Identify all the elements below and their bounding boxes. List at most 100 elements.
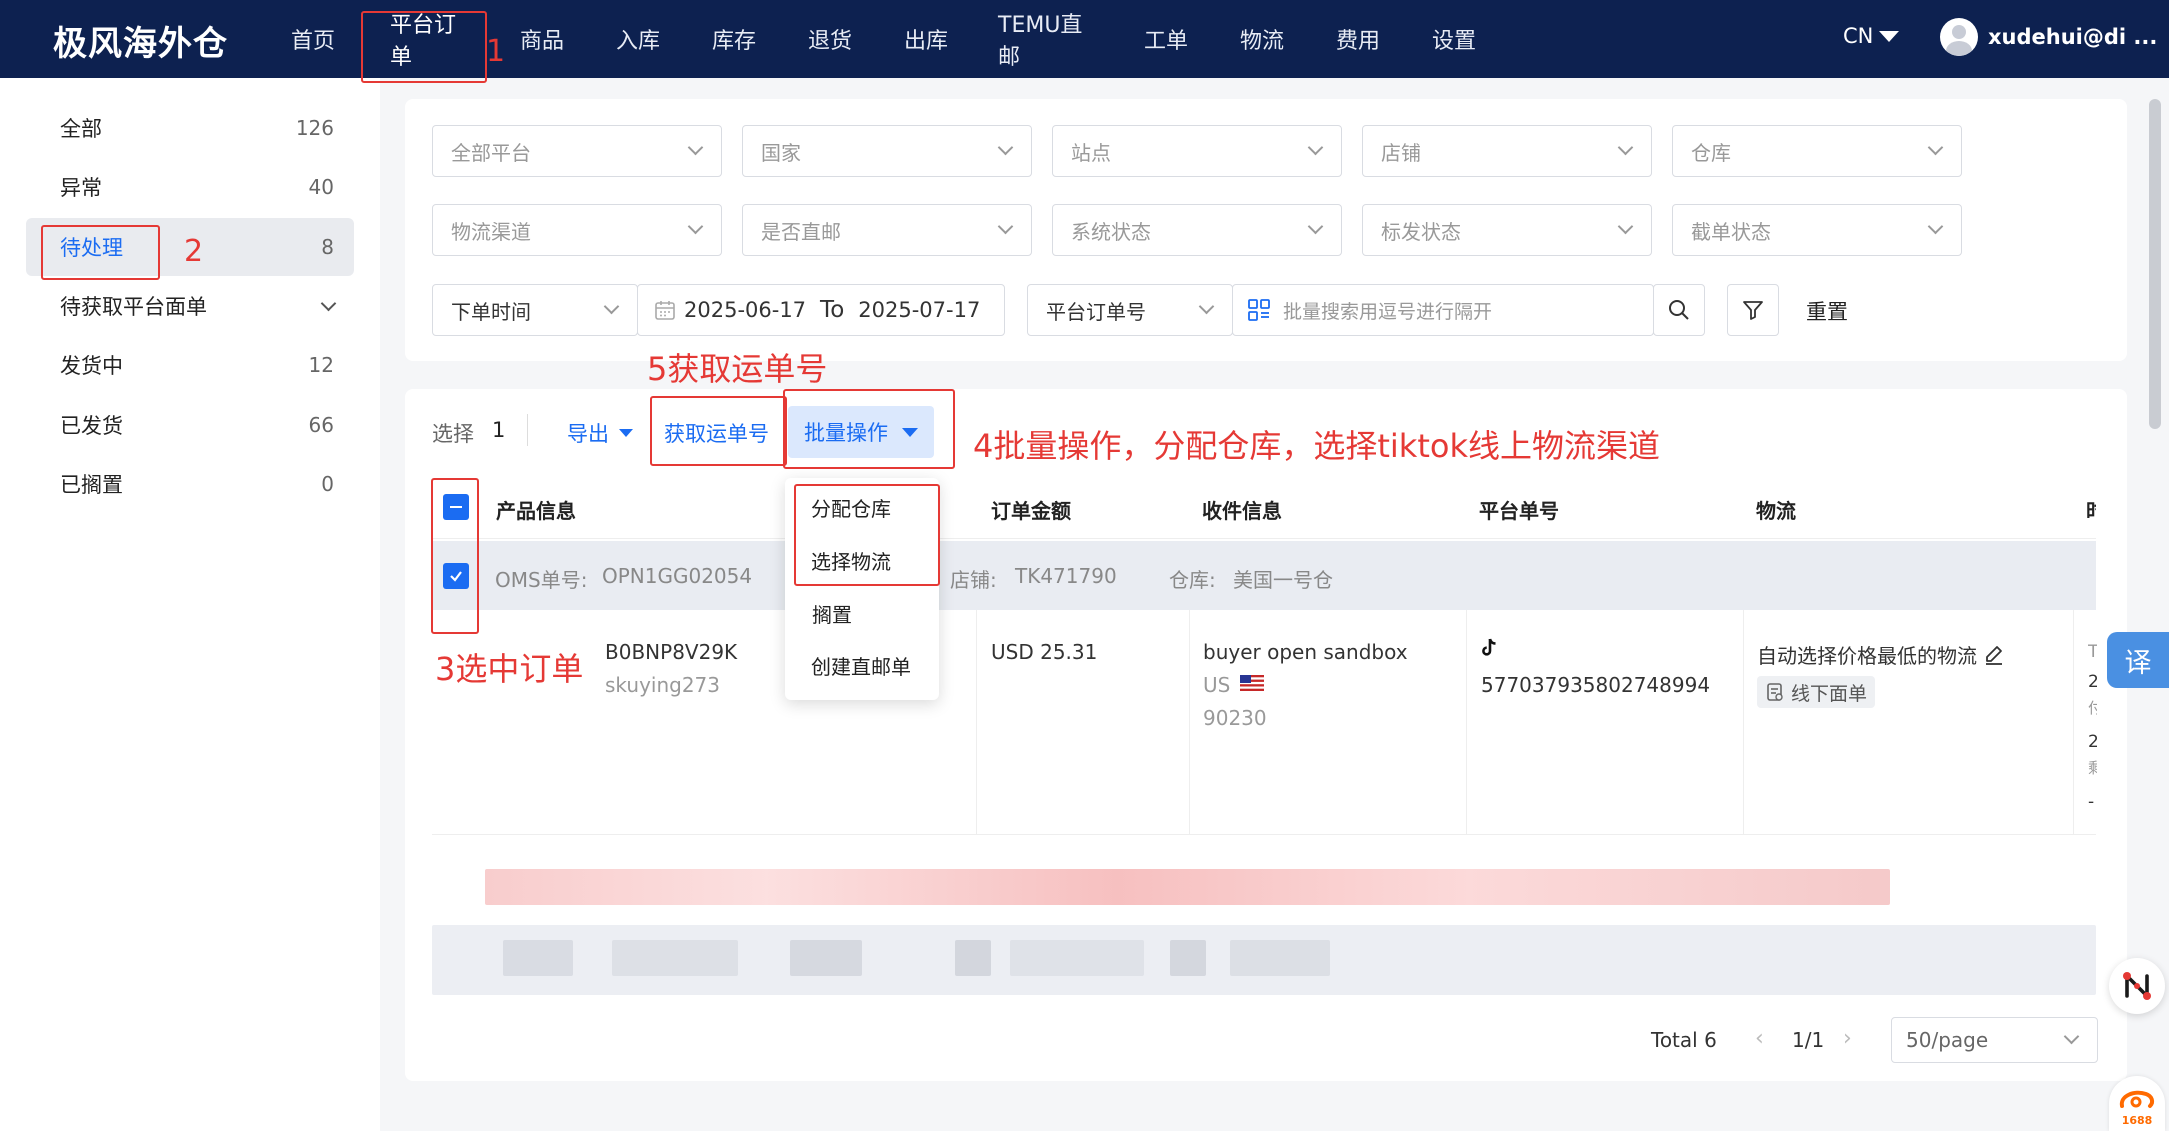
time-clip: 付 [2088,699,2097,717]
nav-inventory[interactable]: 库存 [686,0,782,78]
date-range-picker[interactable]: 2025-06-17 To 2025-07-17 [637,284,1005,336]
sidebar-item-awaiting-label[interactable]: 待获取平台面单 [26,277,354,335]
search-button[interactable] [1653,284,1705,336]
column-divider [1743,610,1744,835]
select-placeholder: 截单状态 [1691,219,1771,244]
select-placeholder: 是否直邮 [761,219,841,244]
warehouse-select[interactable]: 仓库 [1672,125,1962,177]
nav-home[interactable]: 首页 [260,0,366,78]
oms-label: OMS单号: [495,568,588,592]
batch-search-input[interactable]: 批量搜索用逗号进行隔开 [1232,284,1654,336]
translate-widget[interactable]: 译 [2107,632,2169,688]
sidebar-item-label: 待处理 [60,236,123,260]
nav-platform-orders[interactable]: 平台订单 [366,0,494,78]
sidebar-item-count: 8 [321,235,334,259]
select-placeholder: 标发状态 [1381,219,1461,244]
search-icon [1669,300,1689,320]
tiktok-icon [1482,638,1496,656]
site-select[interactable]: 站点 [1052,125,1342,177]
order-checkbox[interactable] [443,563,469,589]
chevron-right-icon[interactable]: › [1843,1026,1852,1051]
system-status-select[interactable]: 系统状态 [1052,204,1342,256]
calendar-icon [655,301,675,320]
page-size-select[interactable]: 50/page [1891,1017,2098,1063]
blurred-cell [1170,940,1206,976]
language-switch[interactable]: CN [1843,24,1900,48]
batch-operation-button[interactable]: 批量操作 [788,406,934,458]
nav-tickets[interactable]: 工单 [1118,0,1214,78]
reset-button[interactable]: 重置 [1806,296,1848,326]
select-placeholder: 站点 [1071,140,1111,165]
get-waybill-button[interactable]: 获取运单号 [664,418,769,448]
alibaba-1688-widget[interactable]: 1688 [2109,1076,2165,1131]
store-value: TK471790 [1015,564,1117,588]
offline-label-text: 线下面单 [1791,682,1868,705]
logistics-channel-select[interactable]: 物流渠道 [432,204,722,256]
store-label: 店铺: [950,568,997,592]
oms-number[interactable]: OPN1GG02054 [602,564,752,588]
sidebar-item-all[interactable]: 全部 126 [26,99,354,157]
annotation-4: 4批量操作，分配仓库，选择tiktok线上物流渠道 [973,427,1660,465]
annotation-1: 1 [486,34,506,69]
chevron-down-icon [687,218,704,235]
language-label: CN [1843,24,1874,48]
country-select[interactable]: 国家 [742,125,1032,177]
sidebar-item-shipped[interactable]: 已发货 66 [26,396,354,454]
chevron-down-icon [2063,1028,2080,1045]
assistant-widget[interactable] [2109,958,2165,1014]
store-select[interactable]: 店铺 [1362,125,1652,177]
chevron-left-icon[interactable]: ‹ [1755,1026,1764,1051]
nav-products[interactable]: 商品 [494,0,590,78]
product-sku: B0BNP8V29K [605,640,738,664]
app-logo[interactable]: 极风海外仓 [53,16,228,65]
avatar [1940,18,1978,56]
sidebar-item-on-hold[interactable]: 已搁置 0 [26,455,354,513]
pagination-page: 1/1 [1792,1028,1825,1052]
column-divider [976,610,977,835]
nav-temu-direct[interactable]: TEMU直邮 [974,0,1118,78]
sidebar-item-count: 66 [308,413,334,437]
main-nav: 首页 平台订单 商品 入库 库存 退货 出库 TEMU直邮 工单 物流 费用 设… [260,0,1502,78]
edit-icon[interactable] [1983,644,2005,666]
nav-fees[interactable]: 费用 [1310,0,1406,78]
select-all-checkbox[interactable] [443,494,469,520]
blurred-cell [1230,940,1330,976]
caret-down-icon [619,429,633,437]
nav-outbound[interactable]: 出库 [878,0,974,78]
menu-select-logistics[interactable]: 选择物流 [811,546,891,575]
indeterminate-icon [450,505,462,509]
menu-assign-warehouse[interactable]: 分配仓库 [811,493,891,522]
menu-create-direct-order[interactable]: 创建直邮单 [811,651,911,680]
grid-icon [1248,299,1270,321]
platform-order-number[interactable]: 577037935802748994 [1481,673,1710,697]
date-from[interactable]: 2025-06-17 [684,298,806,322]
chevron-down-icon [1617,139,1634,156]
sidebar-item-abnormal[interactable]: 异常 40 [26,158,354,216]
direct-mail-select[interactable]: 是否直邮 [742,204,1032,256]
nav-settings[interactable]: 设置 [1406,0,1502,78]
chevron-down-icon [997,139,1014,156]
mark-ship-status-select[interactable]: 标发状态 [1362,204,1652,256]
menu-put-on-hold[interactable]: 搁置 [812,599,852,628]
blurred-cell [790,940,862,976]
platform-select[interactable]: 全部平台 [432,125,722,177]
time-clip: T [2088,642,2097,662]
nav-returns[interactable]: 退货 [782,0,878,78]
export-button[interactable]: 导出 [567,418,633,448]
logistics-method-label: 自动选择价格最低的物流 [1757,644,1977,668]
user-menu[interactable]: xudehui@di ... [1940,18,2157,56]
date-to[interactable]: 2025-07-17 [858,298,980,322]
nav-logistics[interactable]: 物流 [1214,0,1310,78]
time-type-select[interactable]: 下单时间 [432,284,638,336]
page-scrollbar-thumb[interactable] [2149,99,2161,429]
cutoff-status-select[interactable]: 截单状态 [1672,204,1962,256]
advanced-filter-button[interactable] [1727,284,1779,336]
sidebar-item-shipping[interactable]: 发货中 12 [26,336,354,394]
nav-inbound[interactable]: 入库 [590,0,686,78]
sidebar-item-label: 待获取平台面单 [60,295,207,319]
search-type-select[interactable]: 平台订单号 [1027,284,1233,336]
chevron-down-icon [320,295,337,311]
batch-operation-label: 批量操作 [804,421,888,445]
caret-down-icon [902,427,918,437]
alibaba-badge-text: 1688 [2121,1114,2153,1127]
